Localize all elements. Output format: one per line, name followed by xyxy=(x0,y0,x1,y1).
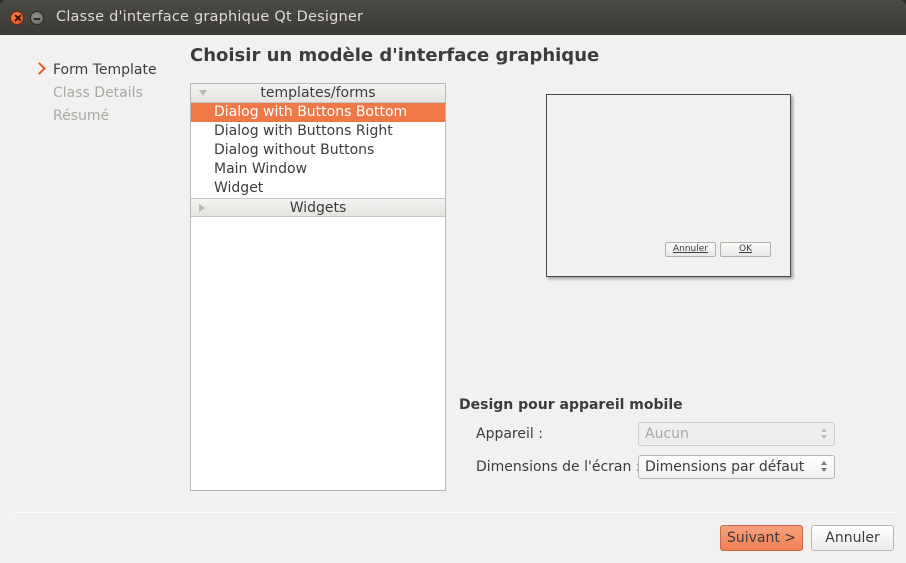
step-summary: Résumé xyxy=(35,108,157,131)
preview-ok-button: OK xyxy=(720,242,771,257)
tree-item-dialog-buttons-bottom[interactable]: Dialog with Buttons Bottom xyxy=(191,103,445,122)
window-title: Classe d'interface graphique Qt Designer xyxy=(56,9,364,25)
tree-group-templates-forms[interactable]: templates/forms xyxy=(191,84,445,103)
step-label: Form Template xyxy=(53,62,157,78)
wizard-dialog: Form Template Class Details Résumé Chois… xyxy=(0,35,906,563)
collapsed-arrow-icon[interactable] xyxy=(199,204,205,212)
preview-cancel-button: Annuler xyxy=(665,242,716,257)
chevron-right-icon xyxy=(33,62,46,75)
up-down-arrows-icon xyxy=(820,461,828,473)
tree-item-main-window[interactable]: Main Window xyxy=(191,160,445,179)
tree-group-label: templates/forms xyxy=(260,85,376,101)
device-select-value: Aucun xyxy=(645,426,689,442)
expand-arrow-icon[interactable] xyxy=(199,90,207,96)
cancel-button-label: Annuler xyxy=(825,530,880,546)
divider xyxy=(14,512,894,513)
tree-item-dialog-buttons-right[interactable]: Dialog with Buttons Right xyxy=(191,122,445,141)
page-title: Choisir un modèle d'interface graphique xyxy=(190,45,600,66)
tree-group-label: Widgets xyxy=(289,200,347,216)
step-form-template: Form Template xyxy=(33,62,157,85)
title-bar: Classe d'interface graphique Qt Designer xyxy=(0,0,906,35)
preview-ok-label: OK xyxy=(739,244,752,254)
next-button-label: Suivant > xyxy=(726,530,797,546)
close-window-button[interactable] xyxy=(10,11,24,25)
template-tree[interactable]: templates/forms Dialog with Buttons Bott… xyxy=(190,83,446,491)
tree-group-widgets[interactable]: Widgets xyxy=(191,198,445,217)
template-preview: Annuler OK xyxy=(546,94,791,277)
screen-size-select-value: Dimensions par défaut xyxy=(645,459,805,475)
device-label: Appareil : xyxy=(476,426,543,442)
next-button[interactable]: Suivant > xyxy=(720,525,803,551)
screen-size-label: Dimensions de l'écran : xyxy=(476,459,641,475)
tree-item-dialog-without-buttons[interactable]: Dialog without Buttons xyxy=(191,141,445,160)
step-label: Class Details xyxy=(53,85,143,101)
up-down-arrows-icon xyxy=(820,428,828,440)
minimize-window-button[interactable] xyxy=(30,11,44,25)
device-select: Aucun xyxy=(638,422,835,446)
step-class-details: Class Details xyxy=(35,85,157,108)
preview-cancel-label: Annuler xyxy=(672,244,708,254)
cancel-button[interactable]: Annuler xyxy=(811,525,894,551)
wizard-steps: Form Template Class Details Résumé xyxy=(33,62,157,131)
tree-item-widget[interactable]: Widget xyxy=(191,179,445,198)
screen-size-select[interactable]: Dimensions par défaut xyxy=(638,455,835,479)
mobile-design-title: Design pour appareil mobile xyxy=(459,397,683,413)
step-label: Résumé xyxy=(53,108,110,124)
